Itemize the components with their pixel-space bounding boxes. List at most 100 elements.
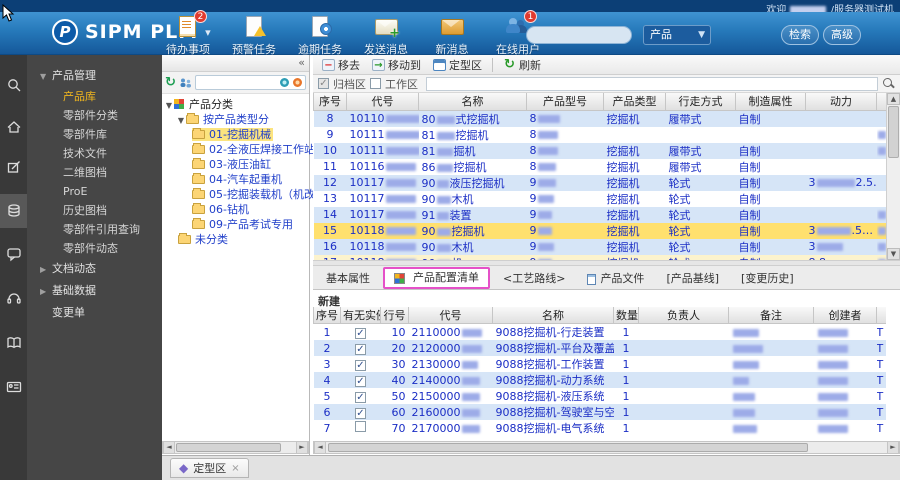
sidebar-group-产品管理[interactable]: ▼ 产品管理 bbox=[27, 65, 162, 87]
tree-node-02-全液压焊接工作站[interactable]: 02-全液压焊接工作站 bbox=[162, 142, 315, 157]
tab-变更历史[interactable]: [变更历史] bbox=[732, 269, 803, 289]
product-row[interactable]: 11 10116 86 挖掘机 8 挖掘机 履带式 自制 bbox=[314, 159, 887, 175]
advanced-search-button[interactable]: 高级 bbox=[823, 25, 861, 45]
finalize-zone-button[interactable]: 定型区 bbox=[429, 57, 486, 73]
sidebar-item-零部件分类[interactable]: 零部件分类 bbox=[27, 106, 162, 125]
tree-node-未分类[interactable]: 未分类 bbox=[162, 232, 309, 247]
edit-icon[interactable] bbox=[0, 150, 27, 184]
tree-node-03-液压油缸[interactable]: 03-液压油缸 bbox=[162, 157, 309, 172]
column-header-有无实例[interactable]: 有无实例 bbox=[340, 307, 381, 324]
tree-horizontal-scrollbar[interactable]: ◄ ► bbox=[162, 441, 309, 454]
headset-icon[interactable] bbox=[0, 281, 27, 315]
search-button[interactable]: 检索 bbox=[781, 25, 819, 45]
locate-icon[interactable] bbox=[280, 78, 289, 87]
bom-row[interactable]: 1 10 2110000 9088挖掘机-行走装置 1 T bbox=[314, 324, 887, 341]
main-horizontal-scrollbar[interactable]: ◄ ► bbox=[313, 441, 900, 454]
product-row[interactable]: 15 10118 90 挖掘机 9 挖掘机 轮式 自制 3 .5… bbox=[313, 222, 886, 239]
archived-checkbox[interactable] bbox=[318, 78, 329, 89]
move-to-button[interactable]: → 移动到 bbox=[368, 57, 425, 73]
sidebar-item-ProE[interactable]: ProE bbox=[27, 182, 162, 201]
sipm-search-icon[interactable] bbox=[0, 68, 27, 102]
instance-checkbox[interactable] bbox=[355, 421, 366, 432]
workspace-checkbox[interactable] bbox=[370, 78, 381, 89]
instance-checkbox[interactable] bbox=[355, 359, 366, 371]
product-row[interactable]: 14 10117 91 装置 9 挖掘机 轮式 自制 bbox=[313, 206, 886, 223]
scroll-left-icon[interactable]: ◄ bbox=[163, 442, 175, 453]
product-row[interactable]: 9 10111 81 挖掘机 8 bbox=[314, 127, 887, 143]
refresh-icon[interactable]: ↻ bbox=[165, 75, 176, 90]
bom-row[interactable]: 4 40 2140000 9088挖掘机-动力系统 1 T bbox=[313, 372, 886, 388]
sidebar-group-文档动态[interactable]: ▶ 文档动态 bbox=[27, 258, 162, 280]
alert-tasks-button[interactable]: 预警任务 bbox=[226, 15, 282, 57]
send-message-button[interactable]: + 发送消息 bbox=[358, 15, 414, 57]
tab-产品基线[interactable]: [产品基线] bbox=[657, 269, 728, 289]
scrollbar-thumb[interactable] bbox=[888, 106, 899, 158]
column-header-名称[interactable]: 名称 bbox=[418, 93, 527, 111]
scrollbar-thumb[interactable] bbox=[328, 443, 808, 452]
id-card-icon[interactable] bbox=[0, 370, 27, 404]
instance-checkbox[interactable] bbox=[355, 375, 366, 387]
column-header-动力[interactable]: 动力 bbox=[805, 93, 877, 111]
instance-checkbox[interactable] bbox=[355, 327, 366, 339]
bom-row[interactable]: 7 70 2170000 9088挖掘机-电气系统 1 T bbox=[314, 420, 887, 436]
scroll-right-icon[interactable]: ► bbox=[887, 442, 899, 453]
column-header-序号[interactable]: 序号 bbox=[313, 307, 341, 324]
tree-node-01-挖掘机械[interactable]: 01-挖掘机械 bbox=[162, 127, 309, 142]
list-filter-input[interactable] bbox=[426, 76, 878, 91]
tree-node-04-汽车起重机[interactable]: 04-汽车起重机 bbox=[162, 172, 309, 187]
home-icon[interactable] bbox=[0, 110, 27, 144]
sidebar-item-二维图档[interactable]: 二维图档 bbox=[27, 163, 162, 182]
sidebar-item-零部件引用查询[interactable]: 零部件引用查询 bbox=[27, 220, 162, 239]
clear-filter-icon[interactable] bbox=[293, 78, 302, 87]
remove-button[interactable]: − 移去 bbox=[318, 57, 364, 73]
tree-node-05-挖掘装载机（机改机）[interactable]: 05-挖掘装载机（机改机） bbox=[162, 187, 337, 202]
chat-icon[interactable] bbox=[0, 237, 27, 271]
tab-工艺路线[interactable]: <工艺路线> bbox=[494, 269, 574, 289]
scroll-down-icon[interactable]: ▼ bbox=[887, 248, 900, 260]
column-header-行号[interactable]: 行号 bbox=[380, 307, 409, 324]
column-header-代号[interactable]: 代号 bbox=[408, 307, 493, 324]
tree-group[interactable]: ▼ 按产品类型分 bbox=[162, 112, 309, 127]
global-search-input[interactable] bbox=[526, 26, 632, 44]
new-message-button[interactable]: 新消息 bbox=[424, 15, 480, 57]
sidebar-group-基础数据[interactable]: ▶ 基础数据 bbox=[27, 280, 162, 302]
scroll-right-icon[interactable]: ► bbox=[296, 442, 308, 453]
column-header-产品类型[interactable]: 产品类型 bbox=[603, 93, 666, 111]
product-row[interactable]: 13 10117 90 木机 9 挖掘机 轮式 自制 bbox=[314, 191, 887, 207]
collapse-panel-icon[interactable]: « bbox=[298, 56, 305, 69]
tab-产品配置清单[interactable]: 产品配置清单 bbox=[383, 267, 490, 289]
sidebar-item-历史图档[interactable]: 历史图档 bbox=[27, 201, 162, 220]
column-header-序号[interactable]: 序号 bbox=[313, 93, 347, 111]
instance-checkbox[interactable] bbox=[355, 391, 366, 403]
column-header-负责人[interactable]: 负责人 bbox=[638, 307, 729, 324]
product-row[interactable]: 8 10110 80 式挖掘机 8 挖掘机 履带式 自制 bbox=[313, 110, 886, 127]
product-row[interactable]: 16 10118 90 木机 9 挖掘机 轮式 自制 3 bbox=[313, 238, 886, 255]
column-header-备注[interactable]: 备注 bbox=[728, 307, 814, 324]
tree-filter-input[interactable] bbox=[194, 75, 306, 90]
column-header-产品型号[interactable]: 产品型号 bbox=[526, 93, 604, 111]
column-header-数量[interactable]: 数量 bbox=[613, 307, 639, 324]
bom-row[interactable]: 2 20 2120000 9088挖掘机-平台及覆盖件 1 T bbox=[313, 340, 886, 356]
sidebar-item-技术文件[interactable]: 技术文件 bbox=[27, 144, 162, 163]
tree-root[interactable]: ▼ 产品分类 bbox=[162, 97, 309, 112]
todo-items-button[interactable]: 2 待办事项 bbox=[160, 10, 216, 57]
tab-产品文件[interactable]: 产品文件 bbox=[578, 269, 653, 289]
bom-row[interactable]: 3 30 2130000 9088挖掘机-工作装置 1 T bbox=[314, 356, 887, 372]
sidebar-item-零部件动态[interactable]: 零部件动态 bbox=[27, 239, 162, 258]
sidebar-group-变更单[interactable]: 变更单 bbox=[27, 302, 162, 324]
database-icon[interactable] bbox=[0, 194, 27, 228]
search-icon[interactable] bbox=[882, 77, 895, 90]
bom-row[interactable]: 5 50 2150000 9088挖掘机-液压系统 1 T bbox=[314, 388, 887, 404]
tab-基本属性[interactable]: 基本属性 bbox=[317, 269, 379, 289]
column-header-创建者[interactable]: 创建者 bbox=[813, 307, 877, 324]
book-icon[interactable] bbox=[0, 326, 27, 360]
overdue-tasks-button[interactable]: 逾期任务 bbox=[292, 15, 348, 57]
column-header-制造属性[interactable]: 制造属性 bbox=[735, 93, 806, 111]
scrollbar-thumb[interactable] bbox=[176, 443, 281, 452]
tree-node-09-产品考试专用[interactable]: 09-产品考试专用 bbox=[162, 217, 309, 232]
scroll-left-icon[interactable]: ◄ bbox=[314, 442, 326, 453]
product-row[interactable]: 10 10111 81 掘机 8 挖掘机 履带式 自制 bbox=[313, 142, 886, 159]
bom-row[interactable]: 6 60 2160000 9088挖掘机-驾驶室与空调… 1 T bbox=[313, 404, 886, 420]
close-icon[interactable]: × bbox=[231, 463, 239, 474]
product-row[interactable]: 12 10117 90 液压挖掘机 9 挖掘机 轮式 自制 3 2.5… bbox=[313, 174, 886, 191]
